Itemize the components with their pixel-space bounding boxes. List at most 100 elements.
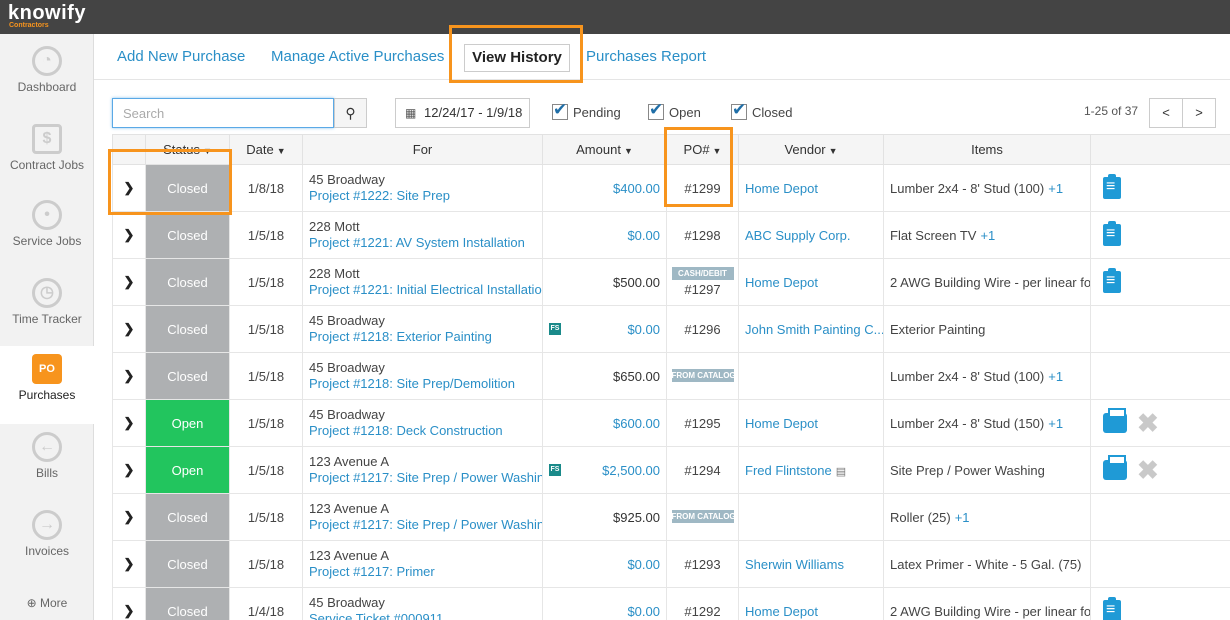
pagination-count: 1-25 of 37 — [1084, 104, 1139, 118]
expand-row-button[interactable]: ❯ — [112, 352, 146, 400]
fs-badge: FS — [549, 323, 561, 335]
actions-cell — [1090, 587, 1230, 620]
sidebar-item-service-jobs[interactable]: • Service Jobs — [0, 192, 94, 270]
items-more-link[interactable]: +1 — [1048, 369, 1063, 384]
tab-view-history[interactable]: View History — [464, 44, 570, 72]
amount-value[interactable]: $2,500.00 — [602, 463, 660, 478]
tab-manage-active-purchases[interactable]: Manage Active Purchases — [271, 48, 444, 65]
table-row[interactable]: ❯ Closed 1/5/18 123 Avenue A Project #1217: … — [112, 540, 1230, 588]
sidebar-item-bills[interactable]: ← Bills — [0, 424, 94, 502]
printer-icon[interactable] — [1103, 408, 1127, 433]
search-input[interactable] — [112, 98, 334, 128]
header-date[interactable]: Date ▼ — [229, 134, 303, 165]
date-cell: 1/5/18 — [229, 211, 303, 259]
payment-badge: CASH/DEBIT — [671, 267, 734, 280]
sidebar-item-label: Contract Jobs — [9, 158, 85, 172]
sidebar-item-invoices[interactable]: → Invoices — [0, 502, 94, 580]
vendor-link[interactable]: Sherwin Williams — [745, 557, 844, 572]
amount-cell: $0.00 — [542, 540, 667, 588]
items-more-link[interactable]: +1 — [1048, 181, 1063, 196]
expand-row-button[interactable]: ❯ — [112, 164, 146, 212]
close-icon[interactable]: ✖ — [1137, 408, 1159, 439]
project-link[interactable]: Service Ticket #000911 — [309, 611, 536, 620]
items-more-link[interactable]: +1 — [980, 228, 995, 243]
sidebar-item-contract-jobs[interactable]: $ Contract Jobs — [0, 116, 94, 194]
po-number: #1298 — [684, 227, 721, 243]
project-link[interactable]: Project #1218: Site Prep/Demolition — [309, 376, 536, 392]
date-range-picker[interactable]: ▦ 12/24/17 - 1/9/18 — [395, 98, 530, 128]
project-link[interactable]: Project #1222: Site Prep — [309, 188, 536, 204]
project-link[interactable]: Project #1217: Primer — [309, 564, 536, 580]
for-cell: 45 Broadway Project #1218: Exterior Paint… — [302, 305, 543, 353]
sidebar-item-more[interactable]: ⊕ More — [0, 596, 94, 620]
clipboard-icon[interactable] — [1103, 221, 1121, 246]
vendor-cell — [738, 352, 884, 400]
table-row[interactable]: ❯ Closed 1/5/18 228 Mott Project #1221: AV S… — [112, 211, 1230, 259]
header-po-label: PO# — [683, 142, 710, 157]
table-row[interactable]: ❯ Closed 1/5/18 228 Mott Project #1221: Init… — [112, 258, 1230, 306]
expand-row-button[interactable]: ❯ — [112, 399, 146, 447]
expand-row-button[interactable]: ❯ — [112, 493, 146, 541]
project-link[interactable]: Project #1217: Site Prep / Power Washing — [309, 470, 542, 486]
items-more-link[interactable]: +1 — [955, 510, 970, 525]
expand-row-button[interactable]: ❯ — [112, 540, 146, 588]
project-link[interactable]: Project #1221: AV System Installation — [309, 235, 536, 251]
expand-row-button[interactable]: ❯ — [112, 446, 146, 494]
printer-icon[interactable] — [1103, 455, 1127, 480]
sidebar-item-time-tracker[interactable]: ◷ Time Tracker — [0, 270, 94, 348]
header-po[interactable]: PO# ▼ — [666, 134, 739, 165]
close-icon[interactable]: ✖ — [1137, 455, 1159, 486]
vendor-link[interactable]: Home Depot — [745, 604, 818, 619]
expand-row-button[interactable]: ❯ — [112, 305, 146, 353]
table-row[interactable]: ❯ Open 1/5/18 123 Avenue A Project #1217: Si… — [112, 446, 1230, 494]
vendor-link[interactable]: John Smith Painting C... — [745, 322, 883, 337]
document-icon[interactable]: ▤ — [836, 466, 846, 478]
clipboard-icon[interactable] — [1103, 597, 1121, 620]
tab-add-new-purchase[interactable]: Add New Purchase — [117, 48, 245, 65]
amount-cell: FS $0.00 — [542, 305, 667, 353]
filter-closed-checkbox[interactable]: Closed — [731, 99, 792, 124]
table-row[interactable]: ❯ Open 1/5/18 45 Broadway Project #1218: Dec… — [112, 399, 1230, 447]
tab-purchases-report[interactable]: Purchases Report — [586, 48, 706, 65]
table-row[interactable]: ❯ Closed 1/8/18 45 Broadway Project #1222: S… — [112, 164, 1230, 212]
project-link[interactable]: Project #1217: Site Prep / Power Washing — [309, 517, 542, 533]
po-cell: #1294 — [666, 446, 739, 494]
clipboard-icon[interactable] — [1103, 174, 1121, 199]
project-link[interactable]: Project #1218: Exterior Painting — [309, 329, 536, 345]
table-row[interactable]: ❯ Closed 1/5/18 123 Avenue A Project #1217: … — [112, 493, 1230, 541]
vendor-link[interactable]: ABC Supply Corp. — [745, 228, 851, 243]
table-row[interactable]: ❯ Closed 1/4/18 45 Broadway Service Ticket #… — [112, 587, 1230, 620]
table-row[interactable]: ❯ Closed 1/5/18 45 Broadway Project #1218: E… — [112, 305, 1230, 353]
items-more-link[interactable]: +1 — [1048, 416, 1063, 431]
filter-pending-checkbox[interactable]: Pending — [552, 99, 621, 124]
expand-row-button[interactable]: ❯ — [112, 211, 146, 259]
items-text: 2 AWG Building Wire - per linear foot. (… — [890, 274, 1091, 290]
prev-page-button[interactable]: < — [1149, 98, 1183, 128]
project-link[interactable]: Project #1218: Deck Construction — [309, 423, 536, 439]
amount-value[interactable]: $400.00 — [613, 181, 660, 196]
checkbox-checked-icon — [552, 99, 568, 121]
project-link[interactable]: Project #1221: Initial Electrical Instal… — [309, 282, 542, 298]
sidebar-item-purchases[interactable]: PO Purchases — [0, 346, 94, 424]
po-number: #1296 — [684, 321, 721, 337]
vendor-link[interactable]: Fred Flintstone — [745, 463, 832, 478]
date-cell: 1/8/18 — [229, 164, 303, 212]
expand-row-button[interactable]: ❯ — [112, 587, 146, 620]
expand-row-button[interactable]: ❯ — [112, 258, 146, 306]
vendor-link[interactable]: Home Depot — [745, 275, 818, 290]
table-row[interactable]: ❯ Closed 1/5/18 45 Broadway Project #1218: S… — [112, 352, 1230, 400]
search-button[interactable]: ⚲ — [334, 98, 367, 128]
vendor-link[interactable]: Home Depot — [745, 416, 818, 431]
sidebar-item-label: Time Tracker — [12, 312, 82, 326]
header-vendor[interactable]: Vendor ▼ — [738, 134, 884, 165]
items-cell: Flat Screen TV +1 — [883, 211, 1091, 259]
filter-open-checkbox[interactable]: Open — [648, 99, 701, 124]
amount-value[interactable]: $600.00 — [613, 416, 660, 431]
po-cell: CASH/DEBIT #1297 — [666, 258, 739, 306]
clipboard-icon[interactable] — [1103, 268, 1121, 293]
header-status[interactable]: Status ▼ — [145, 134, 230, 165]
sidebar-item-dashboard[interactable]: ◔ Dashboard — [0, 38, 94, 116]
header-amount[interactable]: Amount ▼ — [542, 134, 667, 165]
next-page-button[interactable]: > — [1182, 98, 1216, 128]
vendor-link[interactable]: Home Depot — [745, 181, 818, 196]
